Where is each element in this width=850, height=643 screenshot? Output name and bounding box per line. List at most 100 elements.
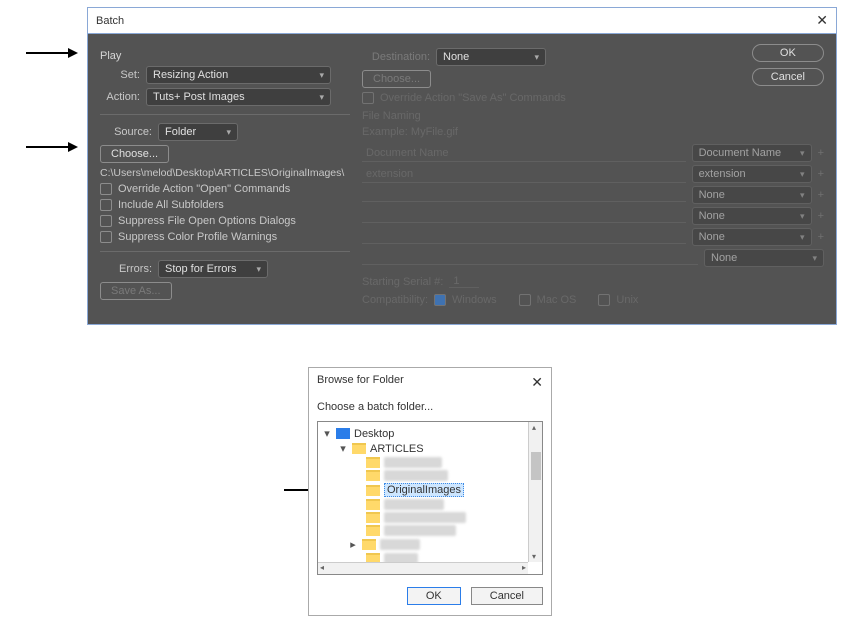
ok-button[interactable]: OK [752, 44, 824, 62]
folder-icon [366, 512, 380, 523]
tree-item-blurred[interactable] [384, 470, 448, 481]
fn-field-2: extension [362, 166, 686, 183]
tree-item-blurred[interactable] [384, 499, 444, 510]
label-override-save: Override Action "Save As" Commands [380, 92, 566, 104]
tree-articles-label[interactable]: ARTICLES [370, 443, 424, 455]
label-suppress-dialogs: Suppress File Open Options Dialogs [118, 215, 296, 227]
fn-select-1: Document Name ▾ [692, 144, 812, 162]
annotation-arrow-play [26, 52, 76, 54]
chevron-down-icon: ▾ [534, 52, 539, 63]
vertical-scrollbar[interactable]: ▴ ▾ [528, 422, 542, 562]
checkbox-include-subfolders[interactable] [100, 199, 112, 211]
caret-down-icon[interactable]: ▾ [322, 427, 332, 440]
tree-item-blurred[interactable] [384, 525, 456, 536]
tree-item-blurred[interactable] [384, 553, 418, 562]
browse-ok-button[interactable]: OK [407, 587, 461, 605]
set-select[interactable]: Resizing Action ▾ [146, 66, 331, 84]
fn-field-4 [362, 209, 686, 223]
tree-item-blurred[interactable] [380, 539, 420, 550]
chevron-down-icon: ▾ [800, 169, 805, 180]
fn-field-6 [362, 251, 698, 265]
scrollbar-thumb[interactable] [531, 452, 541, 480]
fn-select-5: None ▾ [692, 228, 812, 246]
checkbox-suppress-dialogs[interactable] [100, 215, 112, 227]
plus-icon: + [818, 147, 824, 159]
caret-right-icon[interactable]: ▸ [348, 538, 358, 551]
compat-unix-label: Unix [616, 294, 638, 306]
plus-icon: + [818, 189, 824, 201]
batch-dialog: Batch ✕ Play Set: Resizing Action ▾ Acti… [87, 7, 837, 325]
compat-mac-label: Mac OS [537, 294, 577, 306]
horizontal-scrollbar[interactable]: ◂ ▸ [318, 562, 528, 574]
tree-item-blurred[interactable] [384, 512, 466, 523]
set-value: Resizing Action [153, 69, 228, 81]
chevron-down-icon: ▾ [800, 211, 805, 222]
folder-icon [366, 553, 380, 562]
action-select[interactable]: Tuts+ Post Images ▾ [146, 88, 331, 106]
close-icon[interactable]: ✕ [816, 12, 828, 29]
play-section-label: Play [100, 50, 350, 62]
chevron-down-icon: ▾ [256, 264, 261, 275]
compat-windows-label: Windows [452, 294, 497, 306]
destination-select[interactable]: None ▾ [436, 48, 546, 66]
chevron-down-icon: ▾ [319, 70, 324, 81]
checkbox-compat-unix [598, 294, 610, 306]
browse-folder-dialog: Browse for Folder ✕ Choose a batch folde… [308, 367, 552, 616]
divider [100, 251, 350, 252]
action-value: Tuts+ Post Images [153, 91, 245, 103]
browse-cancel-button[interactable]: Cancel [471, 587, 543, 605]
file-naming-label: File Naming [362, 110, 824, 122]
compat-label: Compatibility: [362, 294, 428, 306]
label-override-open: Override Action "Open" Commands [118, 183, 290, 195]
destination-label: Destination: [362, 51, 430, 63]
tree-desktop-label[interactable]: Desktop [354, 428, 394, 440]
tree-originalimages-label[interactable]: OriginalImages [384, 483, 464, 497]
action-label: Action: [100, 91, 140, 103]
tree-item-blurred[interactable] [384, 457, 442, 468]
folder-icon [352, 443, 366, 454]
source-path: C:\Users\melod\Desktop\ARTICLES\Original… [100, 167, 350, 179]
chevron-down-icon: ▾ [812, 253, 817, 264]
caret-down-icon[interactable]: ▾ [338, 442, 348, 455]
checkbox-override-open[interactable] [100, 183, 112, 195]
scroll-right-icon[interactable]: ▸ [522, 563, 526, 572]
errors-value: Stop for Errors [165, 263, 237, 275]
starting-serial-label: Starting Serial #: [362, 276, 443, 288]
source-select[interactable]: Folder ▾ [158, 123, 238, 141]
desktop-icon [336, 428, 350, 439]
scroll-up-icon[interactable]: ▴ [532, 423, 536, 432]
cancel-button[interactable]: Cancel [752, 68, 824, 86]
checkbox-suppress-profile[interactable] [100, 231, 112, 243]
source-label: Source: [100, 126, 152, 138]
checkbox-override-save [362, 92, 374, 104]
chevron-down-icon: ▾ [226, 127, 231, 138]
batch-title-text: Batch [96, 15, 124, 27]
scroll-down-icon[interactable]: ▾ [532, 552, 536, 561]
browse-title-text: Browse for Folder [317, 374, 404, 391]
label-suppress-profile: Suppress Color Profile Warnings [118, 231, 277, 243]
folder-icon [366, 457, 380, 468]
plus-icon: + [818, 168, 824, 180]
save-as-button[interactable]: Save As... [100, 282, 172, 300]
checkbox-compat-mac [519, 294, 531, 306]
batch-titlebar: Batch ✕ [88, 8, 836, 34]
set-label: Set: [100, 69, 140, 81]
chevron-down-icon: ▾ [319, 92, 324, 103]
folder-icon [362, 539, 376, 550]
fn-field-3 [362, 188, 686, 202]
choose-source-button[interactable]: Choose... [100, 145, 169, 163]
starting-serial-input: 1 [449, 275, 479, 288]
scroll-left-icon[interactable]: ◂ [320, 563, 324, 572]
chevron-down-icon: ▾ [800, 190, 805, 201]
fn-select-3: None ▾ [692, 186, 812, 204]
fn-field-5 [362, 230, 686, 244]
folder-tree[interactable]: ▾ Desktop ▾ ARTICLES OriginalImages [317, 421, 543, 575]
destination-value: None [443, 51, 469, 63]
annotation-arrow-choose [26, 146, 76, 148]
browse-titlebar: Browse for Folder ✕ [309, 368, 551, 397]
chevron-down-icon: ▾ [800, 148, 805, 159]
errors-select[interactable]: Stop for Errors ▾ [158, 260, 268, 278]
close-icon[interactable]: ✕ [531, 374, 543, 391]
chevron-down-icon: ▾ [800, 232, 805, 243]
choose-dest-button[interactable]: Choose... [362, 70, 431, 88]
